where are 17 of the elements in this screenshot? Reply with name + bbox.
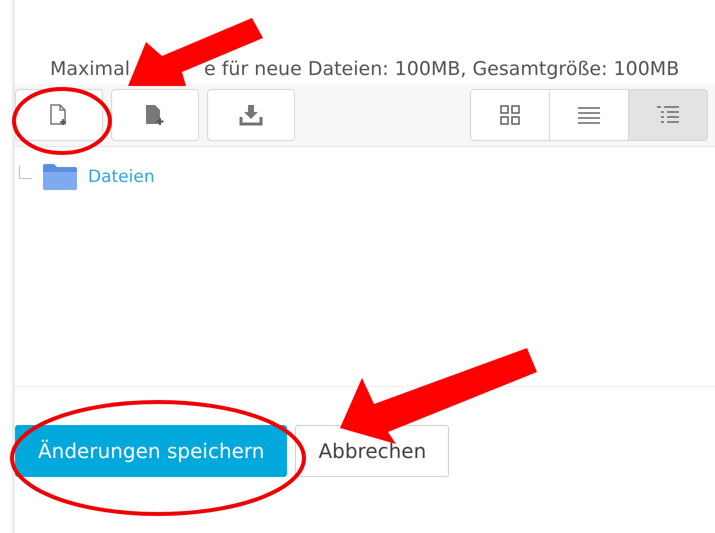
view-mode-button[interactable]: [470, 89, 550, 141]
add-folder-button[interactable]: [111, 89, 199, 141]
limits-text: Maximal: [50, 58, 130, 80]
tree-list-icon: [656, 105, 680, 125]
file-plus-icon: [49, 104, 69, 126]
download-button[interactable]: [207, 89, 295, 141]
folder-link[interactable]: Dateien: [88, 167, 155, 187]
limits-text: e für neue Dateien: 100MB, Gesamtgröße: 100MB: [204, 58, 680, 80]
list-icon: [577, 105, 601, 125]
download-icon: [239, 104, 263, 126]
file-plus-icon: [144, 104, 166, 126]
cancel-button[interactable]: Abbrechen: [295, 425, 450, 477]
folder-icon: [42, 163, 78, 191]
grid-icon: [499, 104, 521, 126]
view-mode-button[interactable]: [549, 89, 629, 141]
save-button[interactable]: Änderungen speichern: [15, 425, 288, 477]
add-file-button[interactable]: [15, 89, 103, 141]
